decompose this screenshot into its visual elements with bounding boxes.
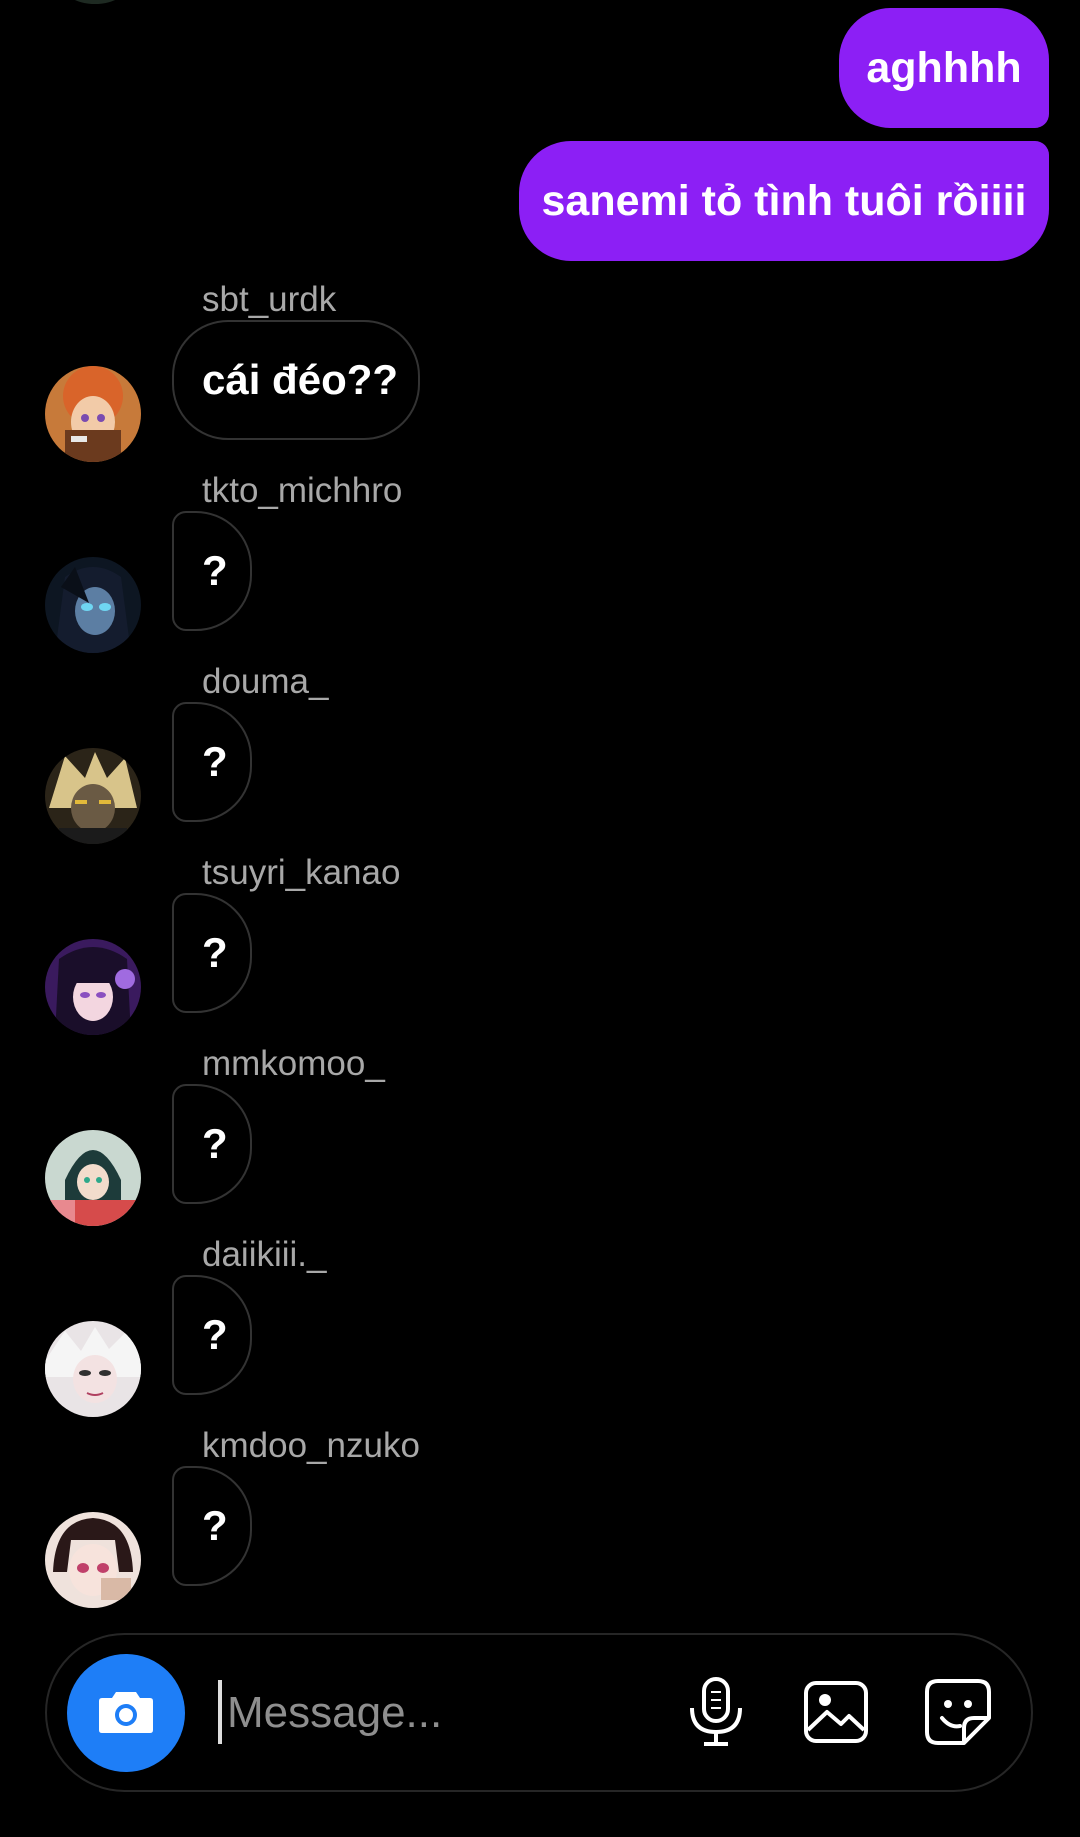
sender-avatar[interactable]: [45, 1130, 141, 1226]
sender-avatar[interactable]: [45, 557, 141, 653]
sender-avatar[interactable]: [45, 748, 141, 844]
sender-username[interactable]: douma_: [202, 664, 328, 699]
microphone-button[interactable]: [677, 1675, 755, 1753]
sent-message-bubble[interactable]: aghhhh: [839, 8, 1049, 128]
received-message-group: tsuyri_kanao ?: [0, 855, 1080, 1045]
gallery-button[interactable]: [797, 1675, 875, 1753]
received-message-bubble[interactable]: ?: [172, 1084, 252, 1204]
sent-message-bubble[interactable]: sanemi tỏ tình tuôi rồiiii: [519, 141, 1049, 261]
camera-button[interactable]: [67, 1654, 185, 1772]
sender-username[interactable]: tkto_michhro: [202, 473, 402, 508]
sender-username[interactable]: mmkomoo_: [202, 1046, 385, 1081]
received-message-group: tkto_michhro ?: [0, 473, 1080, 663]
received-message-bubble[interactable]: ?: [172, 1466, 252, 1586]
sticker-icon: [924, 1678, 992, 1751]
received-message-bubble[interactable]: ?: [172, 511, 252, 631]
received-message-group: daiikiii._ ?: [0, 1237, 1080, 1427]
received-message-bubble[interactable]: cái đéo??: [172, 320, 420, 440]
sender-avatar[interactable]: [45, 939, 141, 1035]
camera-icon: [98, 1688, 154, 1739]
sender-username[interactable]: sbt_urdk: [202, 282, 336, 317]
sender-avatar[interactable]: [45, 1321, 141, 1417]
received-message-group: sbt_urdk cái đéo??: [0, 282, 1080, 472]
received-message-group: kmdoo_nzuko ?: [0, 1428, 1080, 1618]
sender-username[interactable]: daiikiii._: [202, 1237, 327, 1272]
received-message-group: douma_ ?: [0, 664, 1080, 854]
microphone-icon: [686, 1676, 746, 1753]
sender-avatar[interactable]: [45, 1512, 141, 1608]
received-message-bubble[interactable]: ?: [172, 702, 252, 822]
received-message-bubble[interactable]: ?: [172, 893, 252, 1013]
gallery-icon: [803, 1680, 869, 1749]
sender-avatar[interactable]: [45, 366, 141, 462]
sender-username[interactable]: tsuyri_kanao: [202, 855, 400, 890]
message-composer: [45, 1633, 1033, 1792]
sender-username[interactable]: kmdoo_nzuko: [202, 1428, 420, 1463]
message-input[interactable]: [219, 1665, 677, 1761]
received-message-bubble[interactable]: ?: [172, 1275, 252, 1395]
top-avatar-partial: [60, 0, 130, 4]
sticker-button[interactable]: [919, 1675, 997, 1753]
received-message-group: mmkomoo_ ?: [0, 1046, 1080, 1236]
